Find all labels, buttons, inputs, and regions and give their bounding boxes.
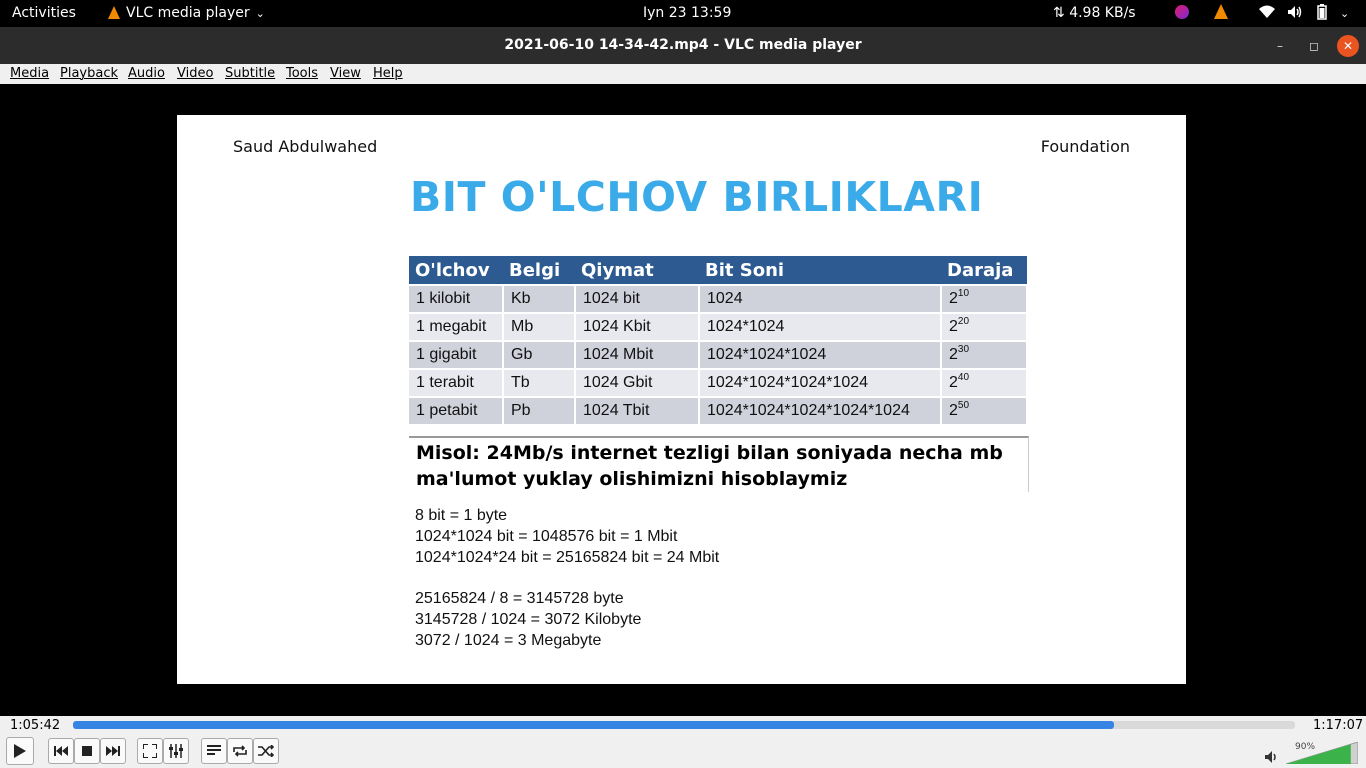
player-controls: 1:05:42 1:17:07 90% [0, 716, 1366, 768]
app-name-label: VLC media player [126, 5, 250, 21]
maximize-button[interactable]: ◻ [1303, 35, 1325, 57]
calc-line: 3072 / 1024 = 3 Megabyte [415, 632, 602, 649]
volume-slider[interactable] [1285, 741, 1359, 765]
cell-olchov: 1 terabit [409, 368, 504, 397]
system-menu-chevron-icon[interactable]: ⌄ [1340, 0, 1349, 27]
app-menu[interactable]: VLC media player ⌄ [108, 0, 265, 27]
units-table: O'lchov Belgi Qiymat Bit Soni Daraja 1 k… [409, 256, 1028, 424]
clock[interactable]: Iyn 23 13:59 [643, 0, 731, 27]
column-header: Daraja [941, 256, 1027, 285]
slide-right-header: Foundation [1040, 137, 1130, 156]
vlc-tray-icon[interactable] [1214, 0, 1228, 27]
menu-help[interactable]: Help [373, 64, 403, 84]
cell-bit-soni: 1024*1024*1024*1024 [699, 368, 942, 397]
column-header: Bit Soni [699, 256, 941, 285]
slide-left-header: Saud Abdulwahed [233, 137, 378, 156]
chevron-down-icon: ⌄ [255, 7, 265, 20]
tray-app-icon[interactable] [1175, 0, 1189, 27]
cell-qiymat: 1024 Mbit [575, 340, 700, 369]
transfer-arrows-icon: ⇅ [1053, 5, 1065, 21]
calc-line: 1024*1024*24 bit = 25165824 bit = 24 Mbi… [415, 549, 720, 566]
seek-bar-progress [73, 721, 1115, 729]
previous-button[interactable] [48, 738, 74, 764]
column-header: O'lchov [409, 256, 503, 285]
window-title: 2021-06-10 14-34-42.mp4 - VLC media play… [504, 37, 862, 53]
table-row: 1 megabit Mb 1024 Kbit 1024*1024 220 [409, 312, 1028, 341]
cell-daraja: 250 [941, 396, 1028, 424]
table-row: 1 kilobit Kb 1024 bit 1024 210 [409, 284, 1028, 313]
window-title-bar: 2021-06-10 14-34-42.mp4 - VLC media play… [0, 27, 1366, 64]
minimize-button[interactable]: – [1269, 35, 1291, 57]
calc-line: 3145728 / 1024 = 3072 Kilobyte [415, 611, 642, 628]
calculation-block-b: 25165824 / 8 = 3145728 byte 3145728 / 10… [415, 588, 641, 651]
speaker-icon[interactable] [1264, 750, 1280, 768]
table-row: 1 gigabit Gb 1024 Mbit 1024*1024*1024 23… [409, 340, 1028, 369]
slide-title: BIT O'LCHOV BIRLIKLARI [410, 173, 984, 221]
cell-qiymat: 1024 Gbit [575, 368, 700, 397]
example-line: ma'lumot yuklay olishimizni hisoblaymiz [416, 468, 848, 490]
cell-belgi: Gb [503, 340, 576, 369]
system-top-bar: Activities VLC media player ⌄ Iyn 23 13:5… [0, 0, 1366, 27]
wifi-icon[interactable] [1259, 0, 1275, 27]
cell-olchov: 1 gigabit [409, 340, 504, 369]
cell-olchov: 1 petabit [409, 396, 504, 424]
play-button[interactable] [6, 737, 34, 765]
playlist-button[interactable] [201, 738, 227, 764]
video-frame-slide: Saud Abdulwahed Foundation BIT O'LCHOV B… [177, 115, 1186, 684]
menu-subtitle[interactable]: Subtitle [225, 64, 275, 84]
cell-qiymat: 1024 Kbit [575, 312, 700, 341]
table-row: 1 petabit Pb 1024 Tbit 1024*1024*1024*10… [409, 396, 1028, 424]
cell-bit-soni: 1024*1024*1024*1024*1024 [699, 396, 942, 424]
cell-olchov: 1 kilobit [409, 284, 504, 313]
menu-playback[interactable]: Playback [60, 64, 118, 84]
menu-bar: Media Playback Audio Video Subtitle Tool… [0, 64, 1366, 84]
network-speed-indicator[interactable]: ⇅ 4.98 KB/s [1053, 0, 1136, 27]
calc-line: 1024*1024 bit = 1048576 bit = 1 Mbit [415, 528, 678, 545]
cell-qiymat: 1024 Tbit [575, 396, 700, 424]
video-area[interactable]: Saud Abdulwahed Foundation BIT O'LCHOV B… [0, 84, 1366, 716]
total-time[interactable]: 1:17:07 [1313, 718, 1363, 734]
menu-media[interactable]: Media [10, 64, 49, 84]
vlc-cone-icon [108, 6, 120, 19]
cell-belgi: Mb [503, 312, 576, 341]
activities-button[interactable]: Activities [12, 0, 76, 27]
cell-daraja: 220 [941, 312, 1028, 341]
calc-line: 8 bit = 1 byte [415, 507, 508, 524]
elapsed-time[interactable]: 1:05:42 [10, 718, 60, 734]
cell-bit-soni: 1024 [699, 284, 942, 313]
cell-bit-soni: 1024*1024*1024 [699, 340, 942, 369]
next-button[interactable] [100, 738, 126, 764]
menu-audio[interactable]: Audio [128, 64, 165, 84]
cell-daraja: 240 [941, 368, 1028, 397]
column-header: Qiymat [575, 256, 699, 285]
cell-daraja: 210 [941, 284, 1028, 313]
network-speed-label: 4.98 KB/s [1069, 5, 1136, 21]
fullscreen-button[interactable] [137, 738, 163, 764]
example-heading: Misol: 24Mb/s internet tezligi bilan son… [416, 440, 1016, 492]
table-row: 1 terabit Tb 1024 Gbit 1024*1024*1024*10… [409, 368, 1028, 397]
close-button[interactable]: ✕ [1337, 35, 1359, 57]
menu-view[interactable]: View [330, 64, 361, 84]
cell-olchov: 1 megabit [409, 312, 504, 341]
cell-daraja: 230 [941, 340, 1028, 369]
stop-button[interactable] [74, 738, 100, 764]
volume-icon[interactable] [1287, 0, 1303, 27]
seek-bar[interactable] [73, 721, 1295, 729]
cell-bit-soni: 1024*1024 [699, 312, 942, 341]
calc-line: 25165824 / 8 = 3145728 byte [415, 590, 624, 607]
cell-belgi: Pb [503, 396, 576, 424]
column-header: Belgi [503, 256, 575, 285]
loop-button[interactable] [227, 738, 253, 764]
shuffle-button[interactable] [253, 738, 279, 764]
cell-qiymat: 1024 bit [575, 284, 700, 313]
menu-video[interactable]: Video [177, 64, 213, 84]
extended-settings-button[interactable] [163, 738, 189, 764]
table-header-row: O'lchov Belgi Qiymat Bit Soni Daraja [409, 256, 1027, 285]
example-line: Misol: 24Mb/s internet tezligi bilan son… [416, 442, 1003, 464]
battery-icon[interactable] [1317, 0, 1327, 27]
cell-belgi: Tb [503, 368, 576, 397]
cell-belgi: Kb [503, 284, 576, 313]
calculation-block-a: 8 bit = 1 byte 1024*1024 bit = 1048576 b… [415, 505, 719, 568]
menu-tools[interactable]: Tools [286, 64, 318, 84]
